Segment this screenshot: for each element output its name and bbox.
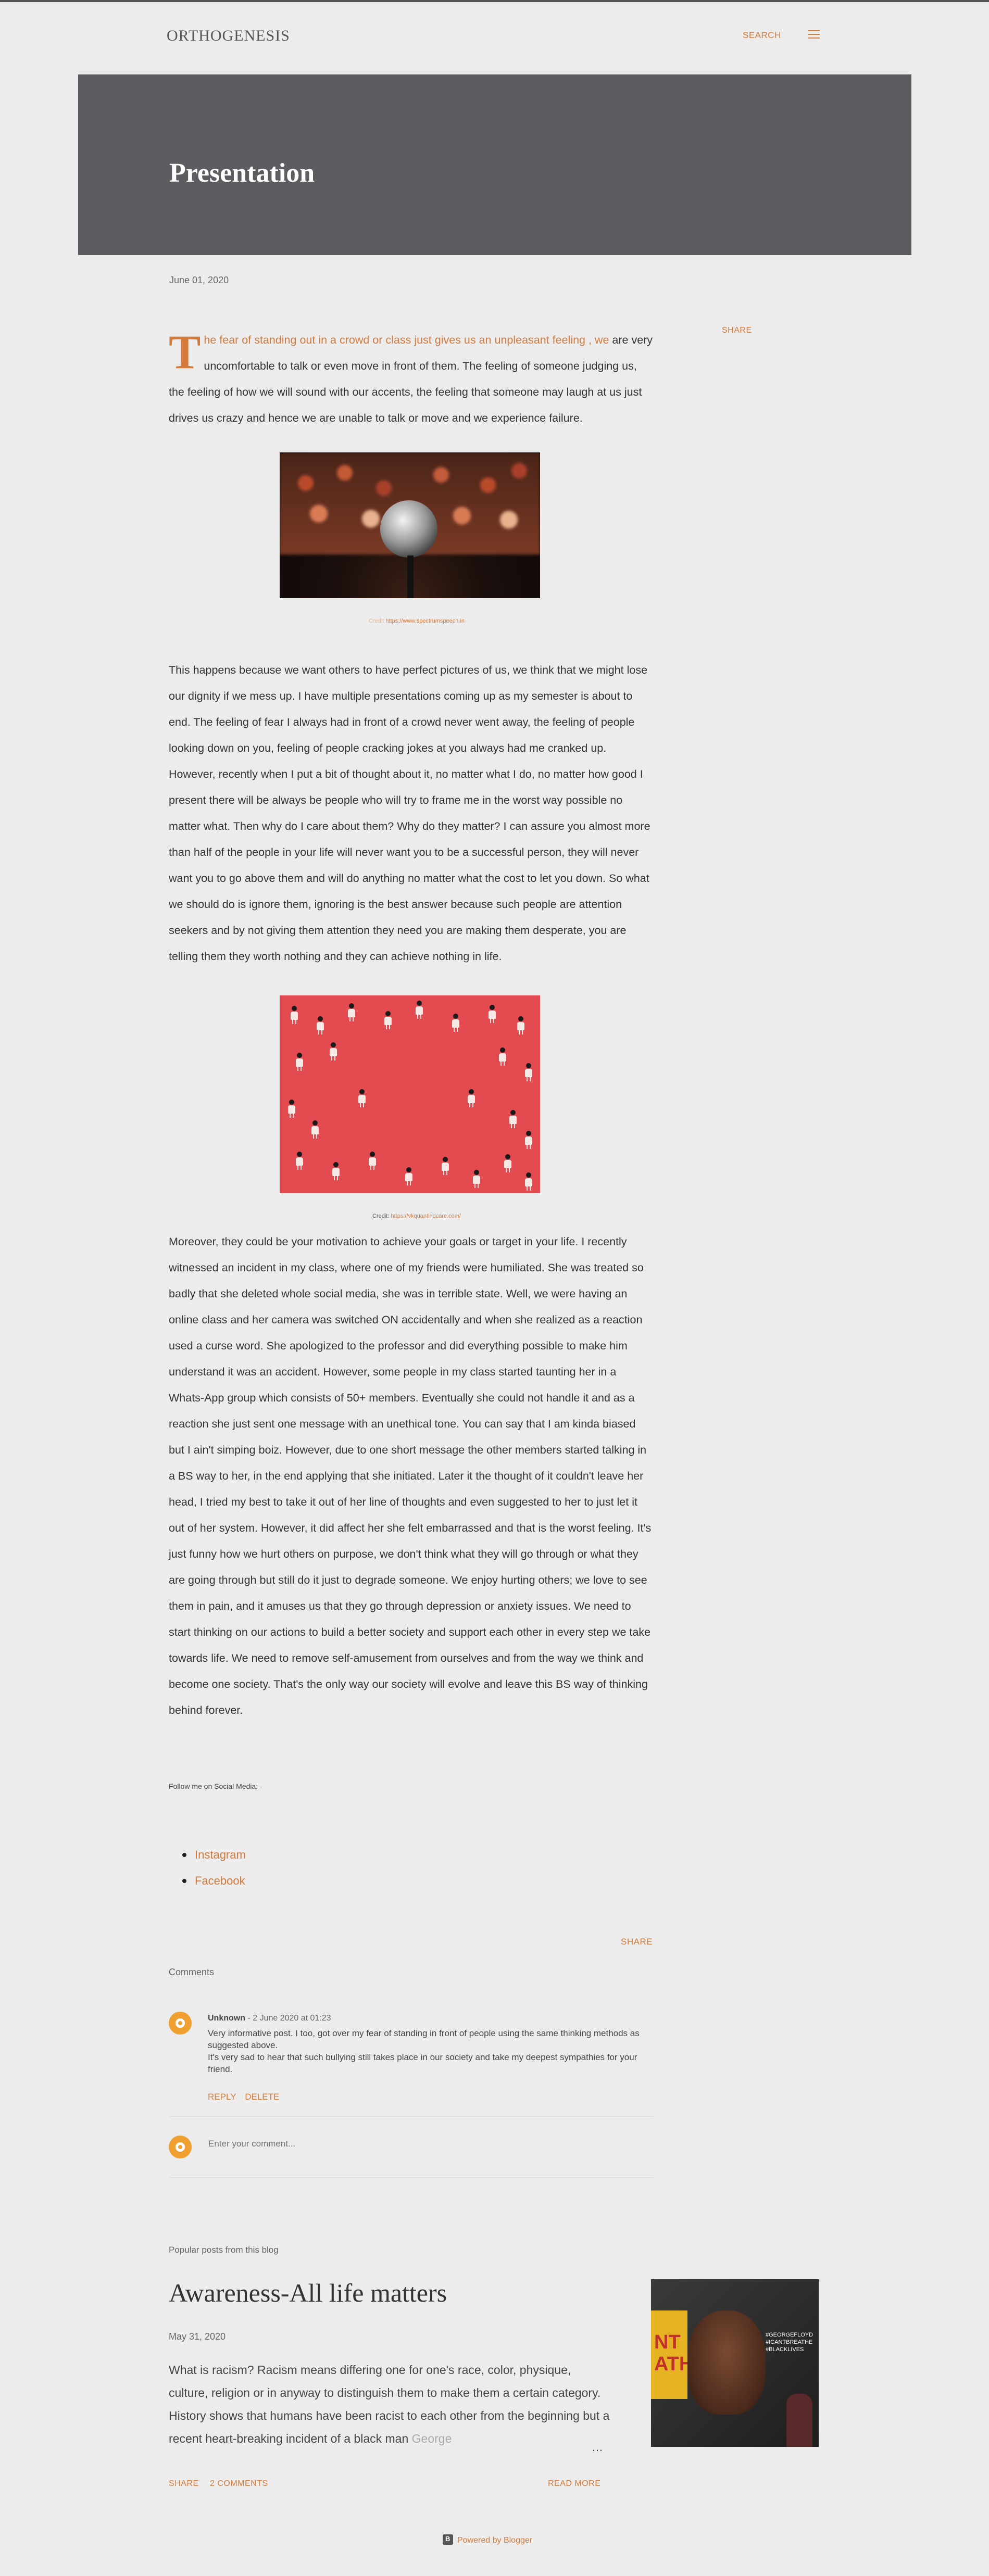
popular-share-button[interactable]: SHARE (169, 2479, 199, 2489)
powered-by-text: Powered by Blogger (457, 2536, 533, 2545)
blogger-icon (443, 2534, 453, 2545)
person-figure-icon (347, 1003, 356, 1021)
social-links-list: Instagram Facebook (182, 1842, 246, 1894)
popular-post-title[interactable]: Awareness-All life matters (169, 2278, 447, 2308)
person-figure-icon (368, 1152, 377, 1170)
top-border (0, 0, 989, 2)
comment-actions: REPLY DELETE (208, 2092, 285, 2102)
person-figure-icon (498, 1047, 507, 1066)
person-figure-icon (332, 1162, 340, 1180)
caption-prefix: Credit (368, 618, 384, 624)
person-figure-icon (295, 1152, 304, 1170)
caption-prefix: Credit: (372, 1213, 390, 1219)
post-title: Presentation (169, 158, 315, 188)
site-title[interactable]: ORTHOGENESIS (167, 27, 290, 45)
image2-caption: Credit: https://vkquantindcare.com/ (333, 1213, 500, 1219)
list-item: Instagram (182, 1842, 246, 1868)
person-figure-icon (358, 1089, 366, 1107)
comment-input[interactable] (208, 2139, 521, 2149)
person-figure-icon (524, 1131, 533, 1149)
comment-timestamp[interactable]: - 2 June 2020 at 01:23 (245, 2014, 331, 2023)
person-figure-icon (441, 1157, 449, 1175)
crowd-illustration-image[interactable] (280, 995, 540, 1193)
person-figure-icon (415, 1001, 423, 1019)
delete-button[interactable]: DELETE (245, 2092, 279, 2102)
microphone-image[interactable] (280, 452, 540, 598)
snippet-ellipsis: … (592, 2441, 603, 2454)
person-figure-icon (467, 1089, 475, 1107)
search-button[interactable]: SEARCH (743, 30, 781, 41)
instagram-link[interactable]: Instagram (195, 1848, 246, 1861)
follow-text: Follow me on Social Media: - (169, 1782, 262, 1790)
person-figure-icon (329, 1042, 337, 1060)
caption-link[interactable]: https://vkquantindcare.com/ (391, 1213, 461, 1219)
comment-author[interactable]: Unknown (208, 2014, 245, 2023)
avatar (169, 2136, 192, 2158)
comment-line: It's very sad to hear that such bullying… (208, 2052, 637, 2074)
microphone-icon (380, 500, 437, 558)
person-figure-icon (384, 1011, 392, 1029)
intro-text: are very uncomfortable to talk or even m… (169, 334, 653, 424)
caption-link[interactable]: https://www.spectrumspeech.in (385, 618, 465, 624)
person-figure-icon (287, 1100, 296, 1118)
list-item: Facebook (182, 1868, 246, 1894)
person-figure-icon (295, 1053, 304, 1071)
post-intro: The fear of standing out in a crowd or c… (169, 327, 653, 431)
intro-highlight-text: he fear of standing out in a crowd or cl… (204, 334, 609, 346)
popular-post-thumbnail[interactable]: NT ATHE #GEORGEFLOYD #ICANTBREATHE #BLAC… (651, 2279, 819, 2447)
person-figure-icon (524, 1172, 533, 1191)
image1-caption: Credit https://www.spectrumspeech.in (354, 618, 479, 624)
person-figure-icon (488, 1005, 496, 1023)
popular-post-snippet: What is racism? Racism means differing o… (169, 2358, 611, 2450)
snippet-text: What is racism? Racism means differing o… (169, 2363, 610, 2445)
person-figure-icon (504, 1154, 512, 1172)
drop-cap: T (169, 325, 201, 378)
comment-body: Very informative post. I too, got over m… (208, 2027, 656, 2075)
paragraph-3: Moreover, they could be your motivation … (169, 1235, 652, 1716)
person-figure-icon (316, 1016, 324, 1034)
popular-comments-link[interactable]: 2 COMMENTS (210, 2479, 268, 2489)
reply-button[interactable]: REPLY (208, 2092, 236, 2102)
share-button[interactable]: SHARE (722, 326, 752, 335)
person-figure-icon (524, 1063, 533, 1081)
comments-heading: Comments (169, 1967, 215, 1977)
popular-posts-heading: Popular posts from this blog (169, 2245, 279, 2255)
hamburger-menu-icon[interactable] (808, 30, 820, 40)
person-figure-icon (509, 1110, 517, 1128)
snippet-fade-text: George (411, 2432, 452, 2445)
powered-by-blogger-link[interactable]: Powered by Blogger (443, 2534, 532, 2545)
divider (169, 2177, 653, 2178)
avatar (169, 2012, 192, 2035)
facebook-link[interactable]: Facebook (195, 1874, 245, 1887)
comment-header: Unknown - 2 June 2020 at 01:23 (208, 2014, 331, 2023)
post-date[interactable]: June 01, 2020 (169, 275, 229, 286)
person-figure-icon (517, 1016, 525, 1034)
person-figure-icon (290, 1006, 298, 1024)
mic-stand (407, 555, 414, 598)
person-figure-icon (472, 1170, 481, 1188)
mural-person (786, 2394, 812, 2447)
divider (169, 2116, 653, 2117)
person-figure-icon (405, 1167, 413, 1185)
mural-face (687, 2310, 766, 2415)
person-figure-icon (311, 1120, 319, 1139)
comment-line: Very informative post. I too, got over m… (208, 2028, 640, 2050)
person-figure-icon (452, 1014, 460, 1032)
paragraph-2: This happens because we want others to h… (169, 664, 650, 963)
hero-banner: Presentation (78, 74, 911, 255)
mural-hashtags: #GEORGEFLOYD #ICANTBREATHE #BLACKLIVES (766, 2332, 813, 2353)
share-button-bottom[interactable]: SHARE (621, 1937, 653, 1947)
read-more-button[interactable]: READ MORE (548, 2479, 600, 2489)
popular-post-date[interactable]: May 31, 2020 (169, 2331, 226, 2342)
